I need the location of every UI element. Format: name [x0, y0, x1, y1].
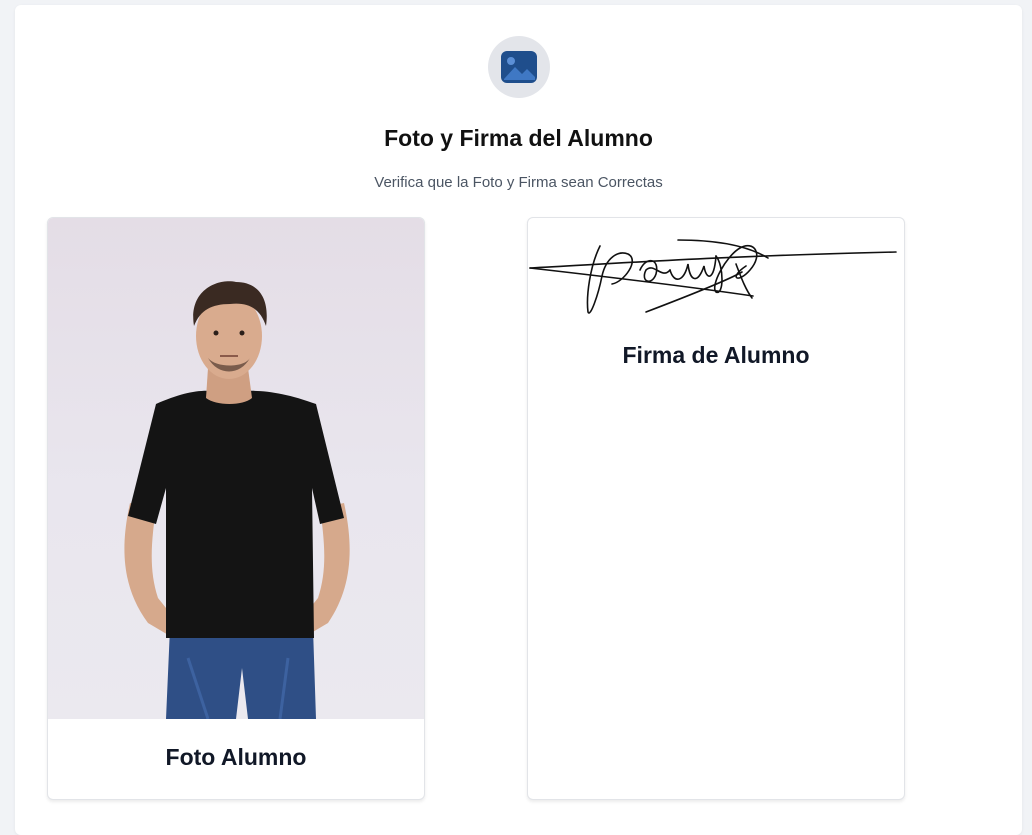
student-photo-illustration — [124, 281, 350, 719]
header-icon-badge — [488, 36, 550, 98]
student-photo — [48, 218, 424, 719]
page-subtitle: Verifica que la Foto y Firma sean Correc… — [374, 174, 663, 191]
signature-card-label: Firma de Alumno — [622, 342, 810, 368]
photo-card-label: Foto Alumno — [165, 744, 307, 770]
student-signature-card: Firma de Alumno — [527, 217, 905, 800]
student-signature — [528, 226, 904, 316]
image-icon — [501, 51, 537, 83]
photo-signature-panel: Foto y Firma del Alumno Verifica que la … — [15, 5, 1022, 835]
student-photo-card: Foto Alumno — [47, 217, 425, 800]
page-title: Foto y Firma del Alumno — [384, 125, 653, 151]
